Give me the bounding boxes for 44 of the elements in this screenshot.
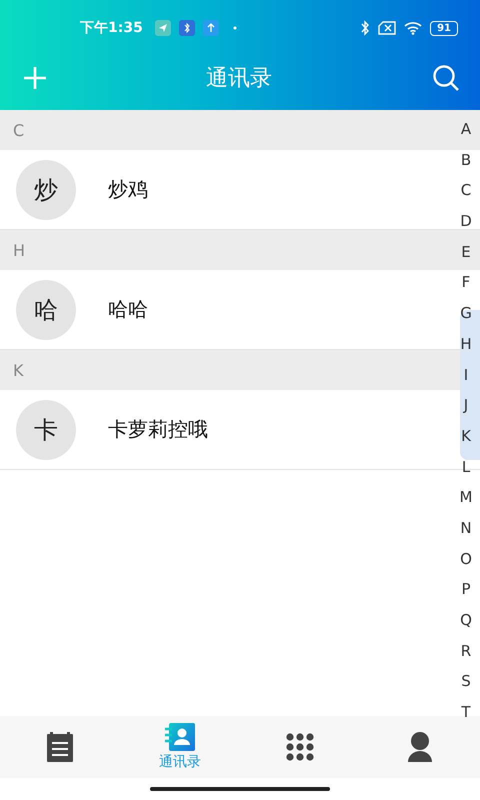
index-letter[interactable]: G <box>458 298 474 329</box>
index-letter[interactable]: P <box>458 574 474 605</box>
index-letter[interactable]: O <box>458 544 474 574</box>
bluetooth-notification-icon <box>178 20 195 36</box>
index-letter[interactable]: N <box>458 512 474 544</box>
contact-name: 卡萝莉控哦 <box>108 416 208 443</box>
index-letter[interactable]: F <box>458 267 474 298</box>
index-letter[interactable]: J <box>458 390 474 421</box>
section-letter: K <box>13 360 24 380</box>
no-sim-icon <box>378 21 396 35</box>
index-letter[interactable]: T <box>458 697 474 728</box>
index-letter[interactable]: D <box>458 206 474 237</box>
battery-indicator: 91 <box>430 20 458 36</box>
search-icon[interactable] <box>432 64 460 92</box>
index-letter[interactable]: B <box>458 144 474 176</box>
index-letter[interactable]: C <box>458 175 474 206</box>
contact-book-icon <box>165 723 195 751</box>
notepad-icon <box>47 732 73 762</box>
wifi-icon <box>404 21 422 35</box>
index-letter[interactable]: M <box>458 482 474 513</box>
section-letter: C <box>13 120 24 140</box>
index-letter[interactable]: Q <box>458 605 474 636</box>
section-letter: H <box>13 240 26 260</box>
index-letter[interactable]: I <box>458 360 474 390</box>
index-letter[interactable]: H <box>458 328 474 360</box>
status-time: 下午1:35 <box>80 19 143 37</box>
upload-notification-icon <box>202 20 219 36</box>
index-letter[interactable]: K <box>458 420 474 452</box>
page-title: 通讯录 <box>206 65 272 93</box>
index-letter[interactable]: A <box>458 114 474 145</box>
contact-avatar: 哈 <box>16 280 76 340</box>
person-icon <box>408 732 432 762</box>
contact-avatar: 卡 <box>16 400 76 460</box>
bluetooth-icon <box>360 20 370 36</box>
contact-name: 哈哈 <box>108 296 148 323</box>
contact-avatar: 炒 <box>16 160 76 220</box>
index-letter[interactable]: L <box>458 452 474 482</box>
dialpad-icon <box>286 733 314 761</box>
index-letter[interactable]: S <box>458 666 474 698</box>
more-dot-icon <box>232 26 237 30</box>
contact-name: 炒鸡 <box>108 176 148 203</box>
location-notification-icon <box>154 20 171 36</box>
index-letter[interactable]: R <box>458 636 474 666</box>
index-letter[interactable]: E <box>458 236 474 268</box>
